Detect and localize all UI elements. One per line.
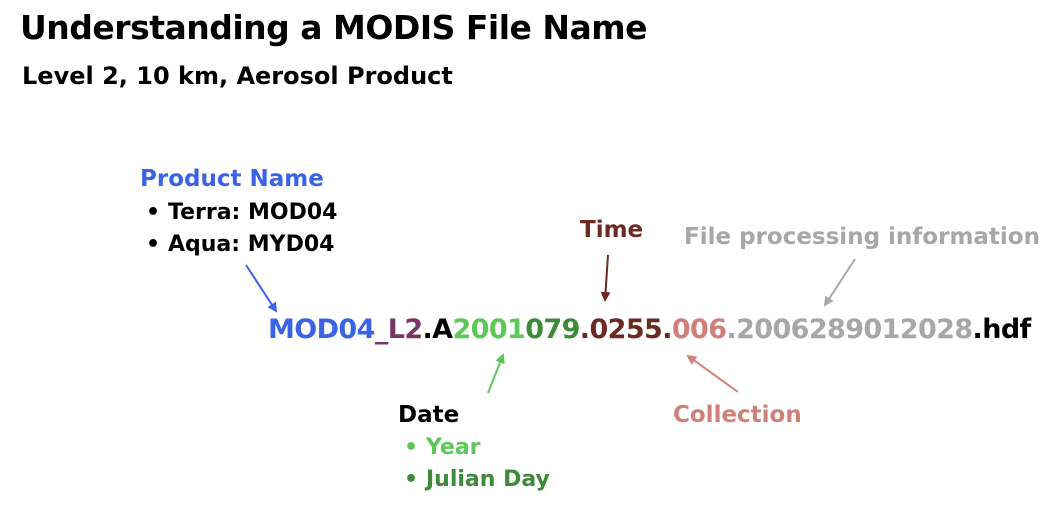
file-processing-arrow — [823, 258, 856, 307]
time-arrow — [600, 254, 611, 302]
collection-arrow — [686, 354, 739, 393]
pointer-arrows — [245, 254, 856, 394]
date-arrow — [487, 353, 505, 394]
product-name-arrow — [245, 264, 278, 313]
